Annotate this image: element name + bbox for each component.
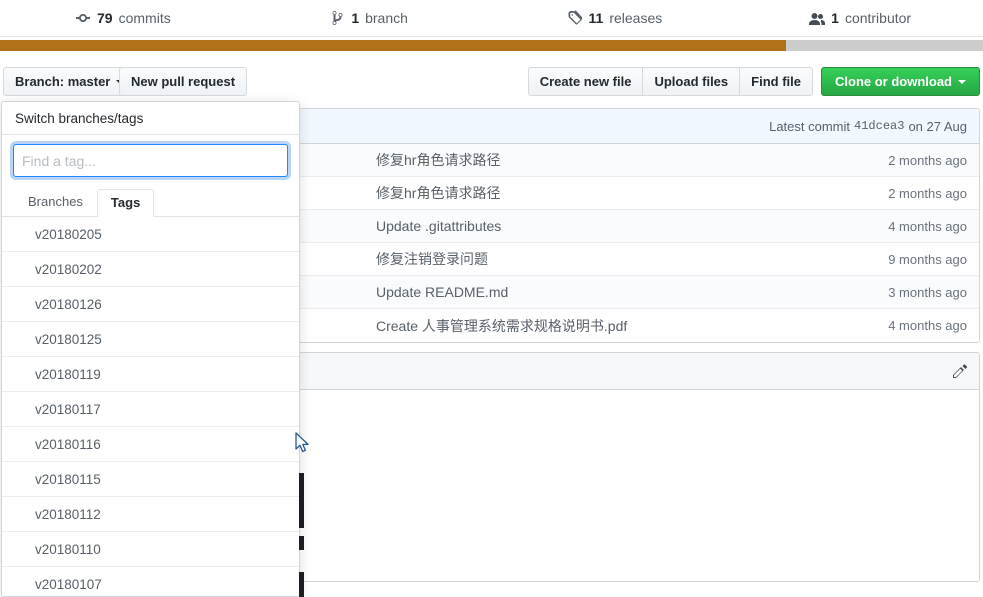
branch-icon <box>329 10 345 26</box>
releases-count: 11 <box>588 10 604 26</box>
commits-label: commits <box>118 10 171 26</box>
tag-list-item[interactable]: v20180115 <box>2 462 299 497</box>
pencil-icon[interactable] <box>952 363 968 379</box>
tag-list-item[interactable]: v20180110 <box>2 532 299 567</box>
commits-count: 79 <box>97 10 113 26</box>
tag-list-item[interactable]: v20180112 <box>2 497 299 532</box>
commit-message-link[interactable]: Create 人事管理系统需求规格说明书.pdf <box>376 316 627 336</box>
commit-age: 2 months ago <box>888 152 967 168</box>
stat-branches[interactable]: 1 branch <box>246 10 492 26</box>
edge-artifact-mark <box>299 536 304 550</box>
tab-branches[interactable]: Branches <box>14 188 97 216</box>
stat-commits[interactable]: 79 commits <box>0 10 246 26</box>
tag-list-item[interactable]: v20180116 <box>2 427 299 462</box>
commit-age: 3 months ago <box>888 284 967 300</box>
tag-list-item[interactable]: v20180119 <box>2 357 299 392</box>
repository-toolbar: Branch: master New pull request Create n… <box>0 60 983 102</box>
commit-message-link[interactable]: 修复注销登录问题 <box>376 249 488 269</box>
new-pull-request-button[interactable]: New pull request <box>119 67 248 96</box>
commit-age: 2 months ago <box>888 185 967 201</box>
tag-list-item[interactable]: v20180202 <box>2 252 299 287</box>
commit-message-link[interactable]: 修复hr角色请求路径 <box>376 150 500 170</box>
dropdown-filter-wrap <box>2 135 299 177</box>
contributors-label: contributor <box>844 10 912 26</box>
find-file-button[interactable]: Find file <box>739 67 813 96</box>
commit-icon <box>75 10 91 26</box>
tag-list-item[interactable]: v20180125 <box>2 322 299 357</box>
tag-filter-input[interactable] <box>13 144 288 177</box>
clone-or-download-button[interactable]: Clone or download <box>821 67 980 96</box>
file-action-buttons: Create new file Upload files Find file <box>527 67 813 96</box>
language-segment-other[interactable] <box>786 40 983 51</box>
tag-icon <box>567 10 583 26</box>
commit-age: 4 months ago <box>888 218 967 234</box>
commit-message-link[interactable]: 修复hr角色请求路径 <box>376 183 500 203</box>
tag-list-item[interactable]: v20180126 <box>2 287 299 322</box>
commit-age: 9 months ago <box>888 251 967 267</box>
commit-age: 4 months ago <box>888 318 967 333</box>
tag-list-item[interactable]: v20180117 <box>2 392 299 427</box>
language-bar <box>0 40 983 51</box>
file-actions-group: Create new file Upload files Find file C… <box>527 67 980 96</box>
commit-sha-link[interactable]: 41dcea3 <box>854 119 904 133</box>
language-segment-java[interactable] <box>0 40 787 51</box>
clone-or-download-label: Clone or download <box>835 74 952 89</box>
people-icon <box>809 10 826 26</box>
stat-contributors[interactable]: 1 contributor <box>737 10 983 26</box>
commit-message-link[interactable]: Update README.md <box>376 284 508 300</box>
branches-count: 1 <box>351 10 360 26</box>
repository-stats-bar: 79 commits 1 branch 11 releases 1 contri… <box>0 0 983 37</box>
tag-list-item[interactable]: v20180107 <box>2 567 299 596</box>
dropdown-header: Switch branches/tags <box>2 102 299 135</box>
commit-message-link[interactable]: Update .gitattributes <box>376 218 501 234</box>
branch-tag-dropdown: Switch branches/tags Branches Tags v2018… <box>1 101 300 597</box>
tag-list: v20180205 v20180202 v20180126 v20180125 v201… <box>2 217 299 596</box>
latest-commit-date: on 27 Aug <box>908 118 967 134</box>
tag-list-item[interactable]: v20180205 <box>2 217 299 252</box>
tab-tags[interactable]: Tags <box>96 189 155 217</box>
branch-selector-button[interactable]: Branch: master <box>3 67 137 96</box>
dropdown-tabs: Branches Tags <box>2 187 299 217</box>
create-new-file-button[interactable]: Create new file <box>527 67 643 96</box>
upload-files-button[interactable]: Upload files <box>642 67 740 96</box>
branch-selector-label: Branch: master <box>15 74 111 89</box>
releases-label: releases <box>609 10 663 26</box>
stat-releases[interactable]: 11 releases <box>492 10 738 26</box>
contributors-count: 1 <box>831 10 839 26</box>
edge-artifact-mark <box>299 473 304 528</box>
edge-artifact-mark <box>299 572 304 597</box>
chevron-down-icon <box>958 79 966 84</box>
branches-label: branch <box>365 10 408 26</box>
latest-commit-prefix: Latest commit <box>769 118 851 134</box>
